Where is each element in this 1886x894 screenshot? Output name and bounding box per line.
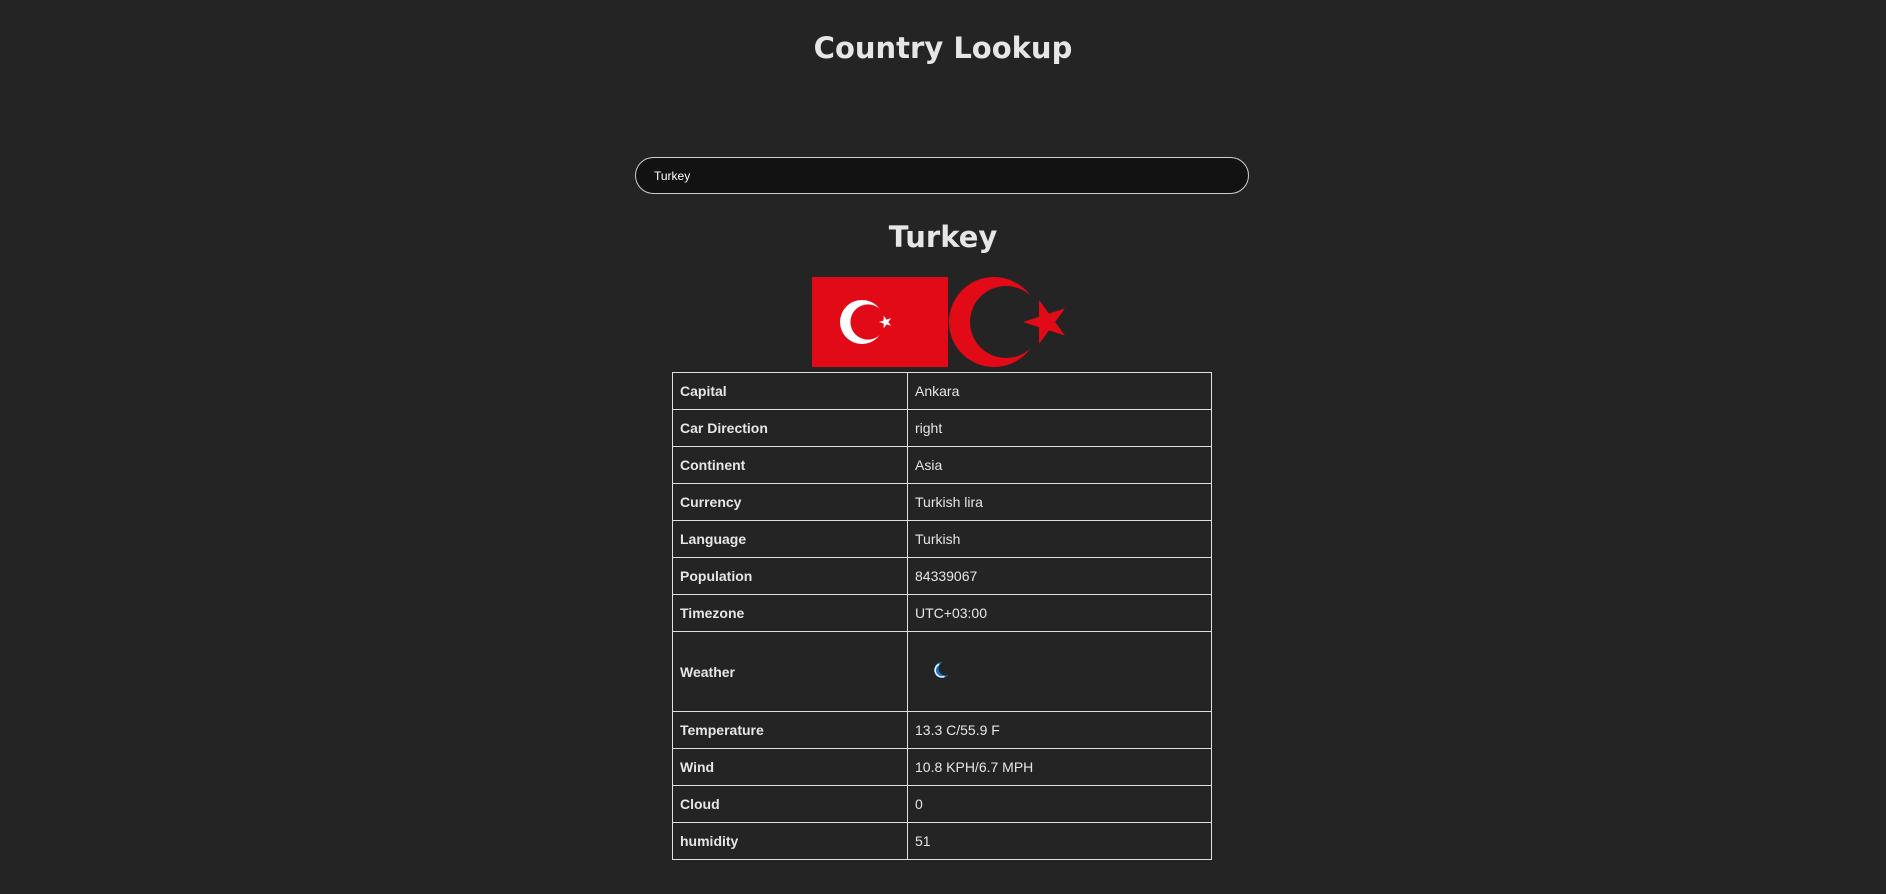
row-label-population: Population — [672, 557, 908, 595]
row-value-continent: Asia — [907, 446, 1212, 484]
row-value-car-direction: right — [907, 409, 1212, 447]
row-label-temperature: Temperature — [672, 711, 908, 749]
row-label-cloud: Cloud — [672, 785, 908, 823]
row-label-car-direction: Car Direction — [672, 409, 908, 447]
row-label-capital: Capital — [672, 372, 908, 410]
row-label-wind: Wind — [672, 748, 908, 786]
page-title: Country Lookup — [813, 31, 1073, 65]
table-row: Timezone UTC+03:00 — [672, 594, 1212, 632]
country-name: Turkey — [888, 220, 998, 254]
row-value-humidity: 51 — [907, 822, 1212, 860]
row-value-population: 84339067 — [907, 557, 1212, 595]
row-value-temperature: 13.3 C/55.9 F — [907, 711, 1212, 749]
crescent-star-emblem-icon — [948, 275, 1074, 369]
row-value-wind: 10.8 KPH/6.7 MPH — [907, 748, 1212, 786]
row-value-capital: Ankara — [907, 372, 1212, 410]
country-details-table: Capital Ankara Car Direction right Conti… — [672, 372, 1212, 860]
table-row: Car Direction right — [672, 409, 1212, 447]
row-value-cloud: 0 — [907, 785, 1212, 823]
row-label-weather: Weather — [672, 631, 908, 712]
table-row: Continent Asia — [672, 446, 1212, 484]
table-row: Wind 10.8 KPH/6.7 MPH — [672, 748, 1212, 786]
row-label-language: Language — [672, 520, 908, 558]
table-row: Language Turkish — [672, 520, 1212, 558]
row-label-humidity: humidity — [672, 822, 908, 860]
row-value-currency: Turkish lira — [907, 483, 1212, 521]
search-box[interactable] — [635, 157, 1249, 194]
table-row: Currency Turkish lira — [672, 483, 1212, 521]
row-label-currency: Currency — [672, 483, 908, 521]
table-row: humidity 51 — [672, 822, 1212, 860]
table-row: Weather — [672, 631, 1212, 712]
row-label-continent: Continent — [672, 446, 908, 484]
row-value-timezone: UTC+03:00 — [907, 594, 1212, 632]
flag-of-turkey-icon — [812, 277, 948, 367]
row-value-weather — [907, 631, 1212, 712]
table-row: Temperature 13.3 C/55.9 F — [672, 711, 1212, 749]
row-label-timezone: Timezone — [672, 594, 908, 632]
search-input[interactable] — [654, 158, 1224, 193]
table-row: Cloud 0 — [672, 785, 1212, 823]
table-row: Capital Ankara — [672, 372, 1212, 410]
moon-clear-night-icon — [932, 660, 953, 680]
table-row: Population 84339067 — [672, 557, 1212, 595]
row-value-language: Turkish — [907, 520, 1212, 558]
